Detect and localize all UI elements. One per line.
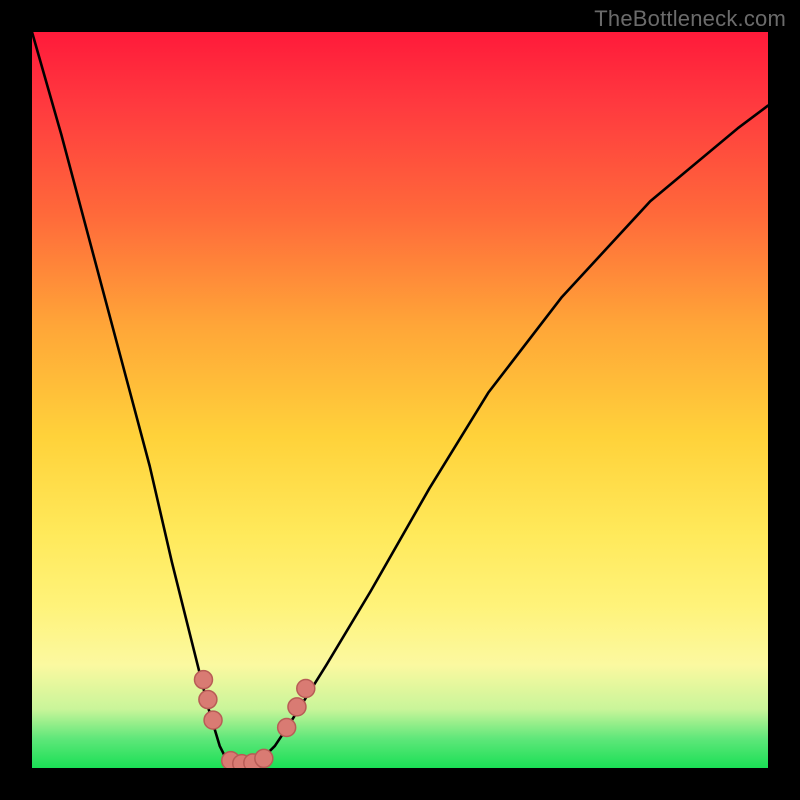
- marker-trough-right: [255, 749, 273, 767]
- chart-frame: TheBottleneck.com: [0, 0, 800, 800]
- plot-svg: [32, 32, 768, 768]
- marker-left-branch-mid: [199, 691, 217, 709]
- marker-left-branch-upper: [194, 671, 212, 689]
- watermark-text: TheBottleneck.com: [594, 6, 786, 32]
- marker-left-branch-lower: [204, 711, 222, 729]
- bottleneck-curve: [32, 32, 768, 764]
- plot-area: [32, 32, 768, 768]
- marker-right-branch-lower: [278, 719, 296, 737]
- marker-right-branch-upper: [297, 680, 315, 698]
- marker-right-branch-mid: [288, 698, 306, 716]
